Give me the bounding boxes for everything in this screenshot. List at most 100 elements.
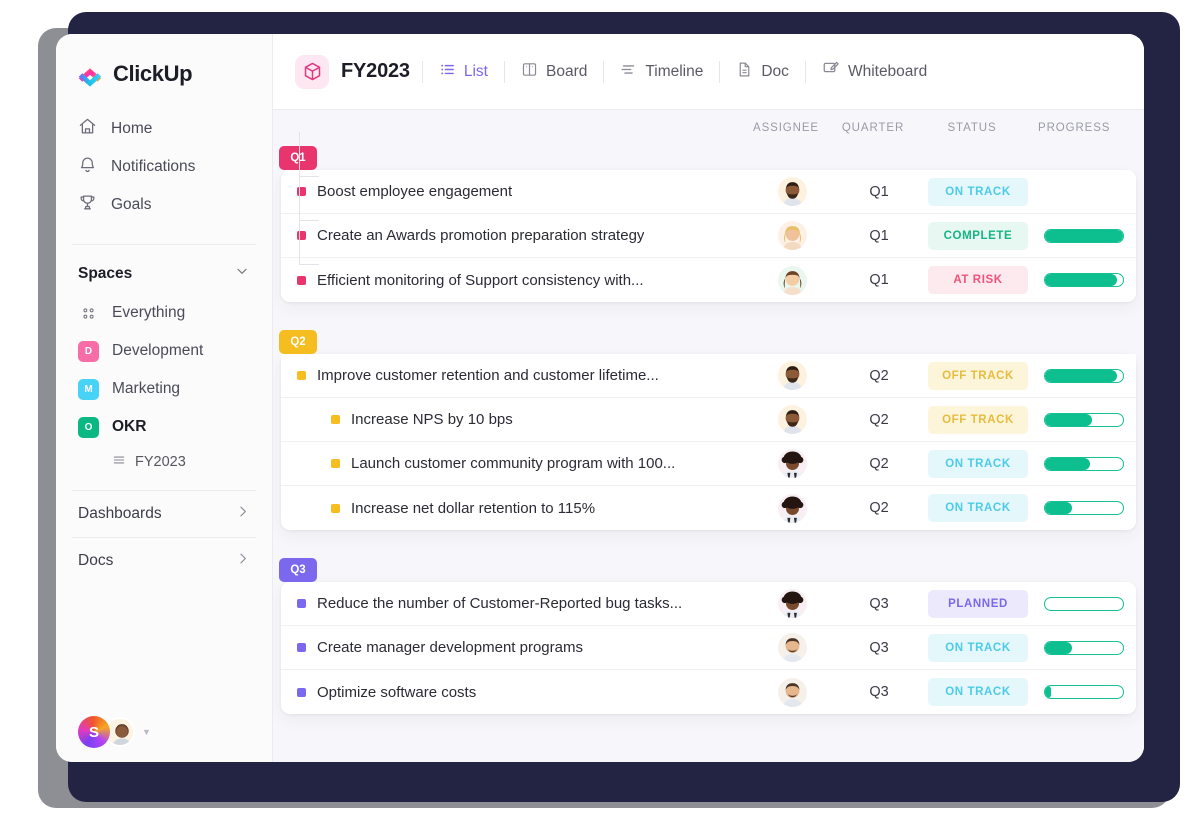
task-name-cell[interactable]: Launch customer community program with 1…: [281, 455, 746, 472]
quarter-cell[interactable]: Q2: [838, 412, 920, 428]
sidebar-item-everything[interactable]: Everything: [56, 294, 272, 332]
table-row[interactable]: Efficient monitoring of Support consiste…: [281, 258, 1136, 302]
task-name-cell[interactable]: Create an Awards promotion preparation s…: [281, 227, 746, 244]
table-row[interactable]: Optimize software costs Q3 ON TRACK: [281, 670, 1136, 714]
chevron-down-icon[interactable]: ▼: [142, 727, 151, 737]
progress-cell[interactable]: [1036, 596, 1136, 611]
task-name-cell[interactable]: Improve customer retention and customer …: [281, 367, 746, 384]
status-cell[interactable]: ON TRACK: [920, 449, 1036, 478]
group-tag[interactable]: Q3: [279, 558, 317, 582]
quarter-cell[interactable]: Q3: [838, 640, 920, 656]
quarter-cell[interactable]: Q1: [838, 184, 920, 200]
status-badge[interactable]: OFF TRACK: [928, 361, 1028, 390]
sidebar-item-dashboards[interactable]: Dashboards: [56, 491, 272, 537]
table-row[interactable]: Reduce the number of Customer-Reported b…: [281, 582, 1136, 626]
progress-bar[interactable]: [1044, 228, 1124, 243]
avatar-afro-man[interactable]: [777, 589, 807, 618]
status-cell[interactable]: ON TRACK: [920, 494, 1036, 522]
status-badge[interactable]: ON TRACK: [928, 678, 1028, 706]
status-badge[interactable]: ON TRACK: [928, 449, 1028, 478]
avatar-short-hair-man[interactable]: [777, 633, 807, 662]
quarter-cell[interactable]: Q1: [838, 272, 920, 288]
tab-doc[interactable]: Doc: [732, 61, 793, 83]
avatar-afro-man[interactable]: [777, 449, 807, 478]
table-row[interactable]: Increase NPS by 10 bps Q2 OFF TRACK: [281, 398, 1136, 442]
tab-timeline[interactable]: Timeline: [616, 61, 707, 83]
quarter-cell[interactable]: Q3: [838, 684, 920, 700]
assignee-cell[interactable]: [746, 589, 838, 618]
sidebar-item-development[interactable]: D Development: [56, 332, 272, 370]
assignee-cell[interactable]: [746, 493, 838, 523]
progress-cell[interactable]: [1036, 412, 1136, 427]
avatar-beard-man[interactable]: [777, 405, 807, 434]
sidebar-item-docs[interactable]: Docs: [56, 538, 272, 584]
progress-cell[interactable]: [1036, 501, 1136, 515]
quarter-cell[interactable]: Q2: [838, 500, 920, 516]
assignee-cell[interactable]: [746, 633, 838, 662]
avatar-beard-man[interactable]: [777, 177, 807, 206]
status-badge[interactable]: OFF TRACK: [928, 405, 1028, 434]
assignee-cell[interactable]: [746, 361, 838, 390]
status-cell[interactable]: PLANNED: [920, 589, 1036, 618]
avatar-blonde-woman[interactable]: [777, 221, 807, 250]
assignee-cell[interactable]: [746, 177, 838, 206]
assignee-cell[interactable]: [746, 265, 838, 295]
progress-bar[interactable]: [1044, 640, 1124, 655]
progress-bar[interactable]: [1044, 368, 1124, 383]
workspace-avatar[interactable]: S: [78, 716, 110, 748]
progress-bar[interactable]: [1044, 685, 1124, 699]
quarter-cell[interactable]: Q2: [838, 456, 920, 472]
assignee-cell[interactable]: [746, 677, 838, 707]
sidebar-item-okr[interactable]: O OKR: [56, 408, 272, 446]
progress-cell[interactable]: [1036, 228, 1136, 243]
status-cell[interactable]: OFF TRACK: [920, 405, 1036, 434]
progress-cell[interactable]: [1036, 273, 1136, 287]
sidebar-item-goals[interactable]: Goals: [56, 186, 272, 224]
chevron-right-icon[interactable]: [235, 504, 250, 524]
table-row[interactable]: Improve customer retention and customer …: [281, 354, 1136, 398]
status-badge[interactable]: ON TRACK: [928, 494, 1028, 522]
progress-bar[interactable]: [1044, 596, 1124, 611]
assignee-cell[interactable]: [746, 221, 838, 250]
status-cell[interactable]: ON TRACK: [920, 177, 1036, 206]
status-badge[interactable]: COMPLETE: [928, 221, 1028, 250]
status-cell[interactable]: OFF TRACK: [920, 361, 1036, 390]
avatar-short-hair-man[interactable]: [777, 677, 807, 707]
task-name-cell[interactable]: Efficient monitoring of Support consiste…: [281, 272, 746, 289]
group-tag[interactable]: Q2: [279, 330, 317, 354]
quarter-cell[interactable]: Q3: [838, 596, 920, 612]
table-row[interactable]: Increase net dollar retention to 115% Q2 O…: [281, 486, 1136, 530]
quarter-cell[interactable]: Q1: [838, 228, 920, 244]
sidebar-item-marketing[interactable]: M Marketing: [56, 370, 272, 408]
progress-bar[interactable]: [1044, 501, 1124, 515]
status-badge[interactable]: ON TRACK: [928, 633, 1028, 662]
spaces-header[interactable]: Spaces: [56, 245, 272, 294]
progress-cell[interactable]: [1036, 685, 1136, 699]
user-bar[interactable]: S ▼: [56, 716, 151, 748]
tab-board[interactable]: Board: [517, 61, 591, 83]
progress-cell[interactable]: [1036, 640, 1136, 655]
status-cell[interactable]: AT RISK: [920, 266, 1036, 294]
table-row[interactable]: Create manager development programs Q3 ON …: [281, 626, 1136, 670]
assignee-cell[interactable]: [746, 449, 838, 478]
progress-cell[interactable]: [1036, 456, 1136, 471]
status-cell[interactable]: COMPLETE: [920, 221, 1036, 250]
quarter-cell[interactable]: Q2: [838, 368, 920, 384]
table-row[interactable]: Boost employee engagement Q1 ON TRACK: [281, 170, 1136, 214]
sidebar-item-notifications[interactable]: Notifications: [56, 148, 272, 186]
avatar-beard-man[interactable]: [777, 361, 807, 390]
group-tag[interactable]: Q1: [279, 146, 317, 170]
avatar-smiling-woman[interactable]: [777, 265, 807, 295]
status-badge[interactable]: PLANNED: [928, 589, 1028, 618]
chevron-right-icon[interactable]: [235, 551, 250, 571]
tab-list[interactable]: List: [435, 61, 492, 83]
progress-bar[interactable]: [1044, 412, 1124, 427]
status-cell[interactable]: ON TRACK: [920, 633, 1036, 662]
task-name-cell[interactable]: Increase NPS by 10 bps: [281, 411, 746, 428]
task-name-cell[interactable]: Optimize software costs: [281, 684, 746, 701]
task-name-cell[interactable]: Reduce the number of Customer-Reported b…: [281, 595, 746, 612]
task-name-cell[interactable]: Increase net dollar retention to 115%: [281, 500, 746, 517]
progress-cell[interactable]: [1036, 368, 1136, 383]
progress-bar[interactable]: [1044, 273, 1124, 287]
sidebar-item-home[interactable]: Home: [56, 110, 272, 148]
